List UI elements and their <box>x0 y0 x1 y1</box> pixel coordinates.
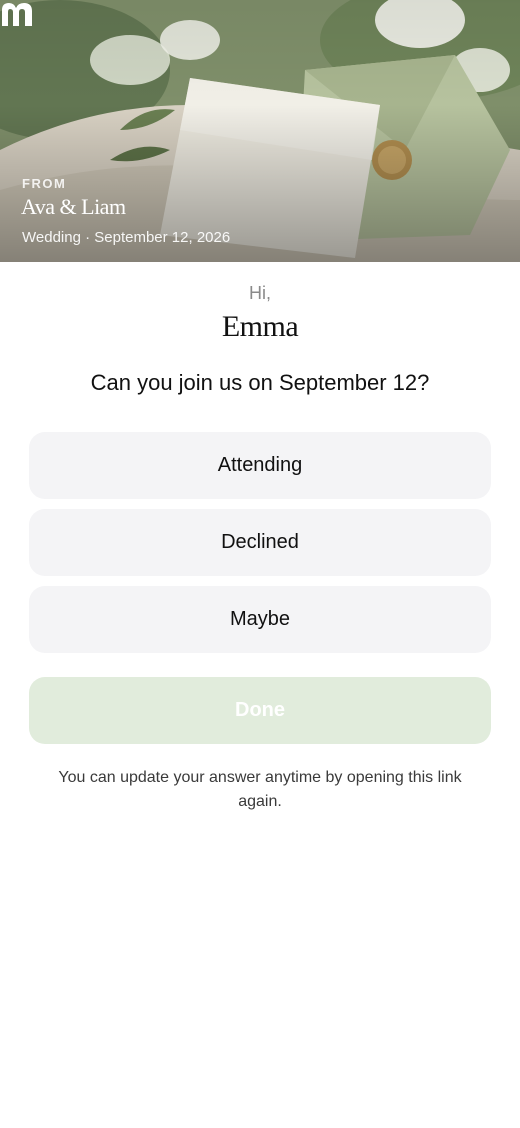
hero-photo: FROM Ava & Liam Wedding · September 12, … <box>0 0 520 262</box>
app-logo-icon <box>2 3 32 26</box>
guest-name: Emma <box>221 310 299 343</box>
rsvp-question: Can you join us on September 12? <box>90 370 430 395</box>
done-button[interactable]: Done <box>29 677 491 744</box>
declined-option[interactable]: Declined <box>29 509 491 576</box>
done-button-label: Done <box>235 699 285 721</box>
hero-gradient-overlay <box>0 0 520 262</box>
declined-option-label: Declined <box>221 531 299 553</box>
update-note: You can update your answer anytime by op… <box>58 769 462 810</box>
maybe-option[interactable]: Maybe <box>29 586 491 653</box>
rsvp-page: FROM Ava & Liam Wedding · September 12, … <box>0 0 520 1128</box>
from-label: FROM <box>22 176 67 191</box>
attending-option[interactable]: Attending <box>29 432 491 499</box>
attending-option-label: Attending <box>217 454 303 476</box>
greeting-hi: Hi, <box>249 283 271 303</box>
maybe-option-label: Maybe <box>229 608 291 630</box>
host-names: Ava & Liam <box>21 194 126 219</box>
event-details: Wedding · September 12, 2026 <box>22 229 231 246</box>
